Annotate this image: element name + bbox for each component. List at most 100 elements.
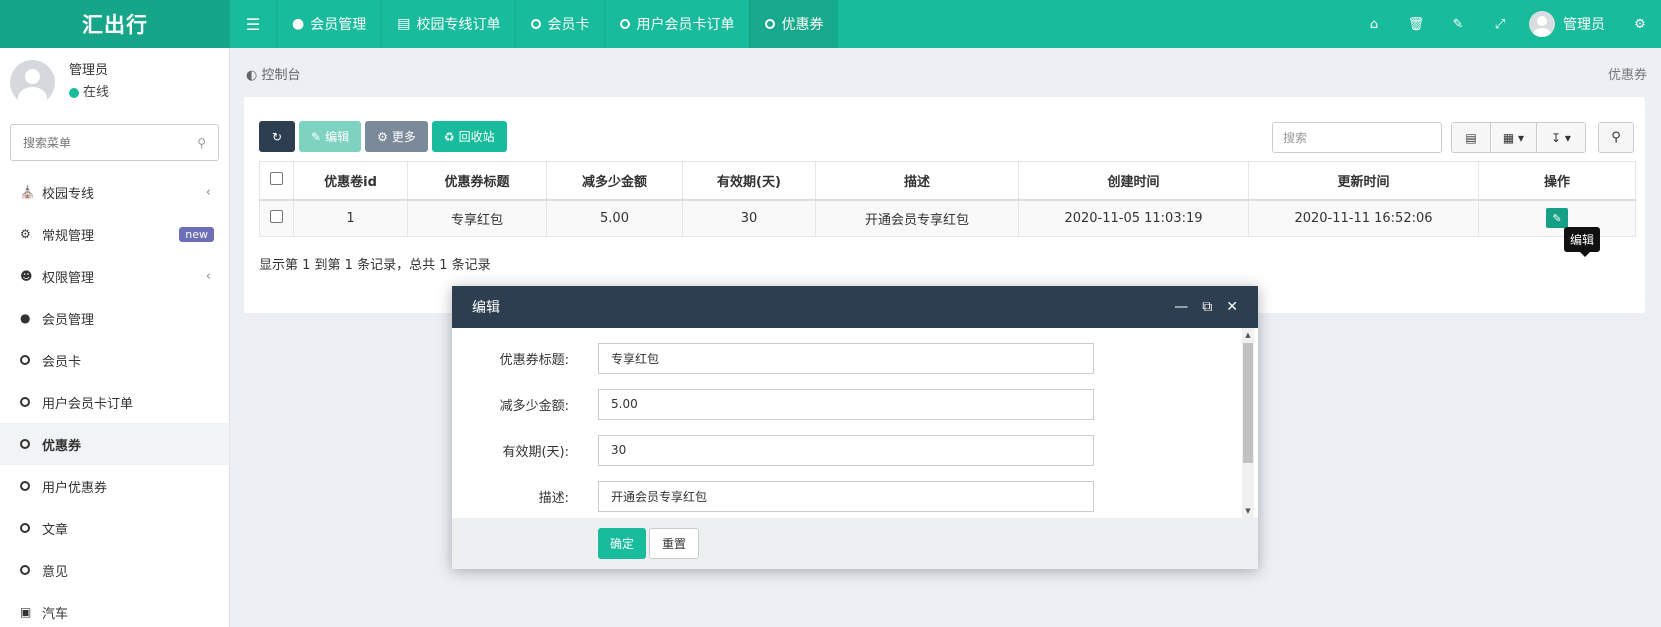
table-row[interactable]: 1 专享红包 5.00 30 开通会员专享红包 2020-11-05 11:03…	[259, 199, 1636, 237]
fullscreen-icon[interactable]: ⤢	[1479, 0, 1521, 48]
top-tab-label: 用户会员卡订单	[636, 17, 735, 33]
scroll-thumb[interactable]	[1243, 343, 1253, 463]
sidebar-item-user-coupon[interactable]: 用户优惠券	[0, 465, 229, 507]
sidebar-item-member-card[interactable]: 会员卡	[0, 339, 229, 381]
circle-o-icon	[20, 565, 30, 575]
circle-o-icon-wrap	[20, 523, 42, 533]
title-field[interactable]: 专享红包	[598, 342, 1094, 374]
new-badge: new	[179, 226, 214, 242]
home-icon[interactable]: ⌂	[1353, 0, 1395, 48]
language-icon[interactable]: ✎	[1437, 0, 1479, 48]
user-icon: ●	[292, 16, 305, 32]
col-header[interactable]: 优惠券标题	[407, 161, 547, 201]
dialog-header[interactable]: 编辑 — ⧉ ✕	[452, 286, 1258, 328]
sidebar-item-auth[interactable]: ☻ 权限管理 ‹	[0, 255, 229, 297]
circle-o-icon	[20, 481, 30, 491]
top-tabs: ● 会员管理 ▤ 校园专线订单 会员卡 用户会员卡订单 优惠券	[276, 0, 839, 48]
sidebar-item-feedback[interactable]: 意见	[0, 549, 229, 591]
sidebar-item-car[interactable]: ▣ 汽车	[0, 591, 229, 627]
trash-icon[interactable]: 🗑	[1395, 0, 1437, 48]
scroll-down-icon[interactable]: ▼	[1242, 504, 1254, 518]
sidebar-item-card-orders[interactable]: 用户会员卡订单	[0, 381, 229, 423]
row-edit-button[interactable]: ✎	[1546, 208, 1568, 229]
circle-o-icon	[20, 355, 30, 365]
scroll-up-icon[interactable]: ▲	[1242, 328, 1254, 342]
chevron-left-icon: ‹	[205, 268, 211, 284]
car-icon: ▣	[20, 605, 32, 619]
app-logo[interactable]: 汇出行	[0, 0, 230, 48]
reset-button[interactable]: 重置	[649, 528, 700, 559]
sidebar-item-member[interactable]: ● 会员管理	[0, 297, 229, 339]
sidebar-search-input[interactable]	[23, 135, 173, 150]
cog-icon: ⚙	[377, 129, 388, 144]
edit-button[interactable]: ✎ 编辑	[299, 121, 362, 152]
more-button[interactable]: ⚙ 更多	[365, 121, 428, 152]
close-icon[interactable]: ✕	[1226, 299, 1238, 315]
columns-icon[interactable]: ▦ ▾	[1491, 123, 1537, 152]
description-field[interactable]: 开通会员专享红包	[598, 480, 1094, 512]
server-icon: ▤	[397, 16, 411, 32]
amount-field[interactable]: 5.00	[598, 388, 1094, 420]
top-right-tools: ⌂ 🗑 ✎ ⤢ 管理员 ⚙	[1353, 0, 1661, 48]
row-checkbox[interactable]	[270, 209, 283, 223]
recycle-button[interactable]: ♻ 回收站	[431, 121, 507, 152]
sidebar-item-general[interactable]: ⚙ 常规管理 new	[0, 213, 229, 255]
pagination-info: 显示第 1 到第 1 条记录，总共 1 条记录	[259, 258, 491, 273]
top-tab-coupon[interactable]: 优惠券	[749, 0, 839, 48]
user-panel: 管理员 在线	[0, 48, 229, 116]
dialog-footer: 确定 重置	[452, 518, 1258, 569]
top-tab-member-card[interactable]: 会员卡	[515, 0, 604, 48]
card-view-icon[interactable]: ▤	[1452, 123, 1491, 152]
confirm-button[interactable]: 确定	[598, 528, 647, 559]
data-table: 优惠卷id 优惠券标题 减多少金额 有效期(天) 描述 创建时间 更新时间 操作…	[259, 161, 1636, 237]
col-header[interactable]: 优惠卷id	[293, 161, 408, 201]
form-row-desc: 描述: 开通会员专享红包	[452, 480, 1212, 512]
export-icon[interactable]: ↧ ▾	[1537, 123, 1585, 152]
table-panel: ↻ ✎ 编辑 ⚙ 更多 ♻ 回收站 搜索 ▤ ▦ ▾ ↧ ▾ ⚲ 优惠卷id 优惠券标…	[244, 97, 1645, 313]
col-header[interactable]: 描述	[815, 161, 1019, 201]
sidebar-item-label: 意见	[42, 564, 69, 580]
table-cell: 5.00	[546, 199, 683, 237]
more-label: 更多	[391, 130, 416, 144]
select-all-checkbox[interactable]	[270, 171, 283, 185]
top-tab-member[interactable]: ● 会员管理	[276, 0, 381, 48]
user-menu[interactable]: 管理员	[1521, 11, 1619, 37]
table-header-row: 优惠卷id 优惠券标题 减多少金额 有效期(天) 描述 创建时间 更新时间 操作	[259, 161, 1636, 201]
col-header[interactable]: 更新时间	[1248, 161, 1479, 201]
sidebar-item-label: 会员卡	[42, 354, 82, 370]
toolbar: ↻ ✎ 编辑 ⚙ 更多 ♻ 回收站	[259, 121, 507, 152]
top-tab-campus-order[interactable]: ▤ 校园专线订单	[381, 0, 515, 48]
table-search-input[interactable]: 搜索	[1272, 122, 1442, 153]
op-cell: ✎	[1478, 199, 1636, 237]
circle-o-icon-wrap	[20, 481, 42, 491]
sidebar-item-label: 权限管理	[42, 270, 95, 286]
user-status: 在线	[69, 82, 109, 104]
menu-toggle-icon[interactable]: ☰	[230, 0, 276, 48]
field-label: 描述:	[538, 490, 569, 506]
sidebar-item-article[interactable]: 文章	[0, 507, 229, 549]
dialog-scrollbar[interactable]: ▲ ▼	[1242, 328, 1254, 518]
validity-field[interactable]: 30	[598, 434, 1094, 466]
dialog-body: 优惠券标题: 专享红包 减多少金额: 5.00 有效期(天): 30 描述: 开…	[452, 328, 1258, 518]
sidebar: 管理员 在线 ⚲ ⛪ 校园专线 ‹ ⚙ 常规管理 new ☻ 权限管理 ‹ ● …	[0, 48, 230, 627]
minimize-icon[interactable]: —	[1174, 299, 1188, 315]
online-dot-icon	[69, 88, 79, 98]
breadcrumb-label[interactable]: 控制台	[261, 68, 300, 83]
search-icon[interactable]: ⚲	[1598, 122, 1634, 153]
search-icon[interactable]: ⚲	[197, 136, 206, 150]
sidebar-item-coupon[interactable]: 优惠券	[0, 423, 229, 465]
col-header[interactable]: 创建时间	[1018, 161, 1249, 201]
recycle-icon: ♻	[443, 129, 455, 144]
maximize-icon[interactable]: ⧉	[1202, 299, 1212, 315]
top-tab-card-orders[interactable]: 用户会员卡订单	[604, 0, 749, 48]
bank-icon: ⛪	[20, 185, 35, 199]
col-header[interactable]: 减多少金额	[546, 161, 683, 201]
sidebar-item-campus[interactable]: ⛪ 校园专线 ‹	[0, 171, 229, 213]
sidebar-item-label: 优惠券	[42, 438, 82, 454]
col-header[interactable]: 有效期(天)	[682, 161, 816, 201]
gears-icon[interactable]: ⚙	[1619, 0, 1661, 48]
cogs-icon: ⚙	[20, 227, 31, 241]
circle-o-icon-wrap	[20, 397, 42, 407]
refresh-button[interactable]: ↻	[259, 121, 295, 152]
sidebar-item-label: 文章	[42, 522, 69, 538]
